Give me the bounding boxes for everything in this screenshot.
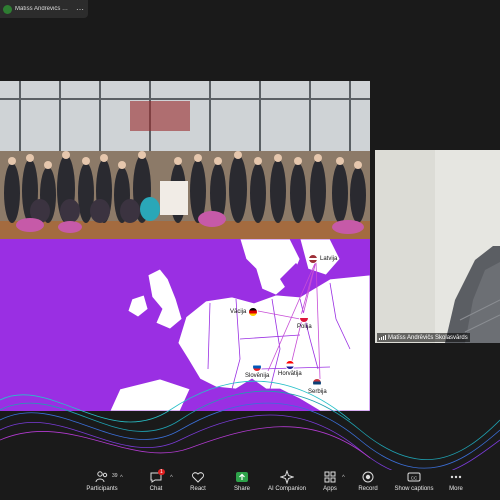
- svg-text:CC: CC: [411, 476, 418, 481]
- participant-name-tag: Matīss Andrēvičs Skolasvārds: [377, 333, 470, 342]
- participant-illustration: [375, 150, 500, 343]
- screen-share-indicator[interactable]: Matīss Andrēvičs Skolasvārds's sc ⋯: [0, 0, 88, 18]
- record-button[interactable]: Record: [346, 470, 390, 498]
- germany-flag-icon: [248, 307, 259, 317]
- chat-caret-icon[interactable]: ^: [170, 475, 173, 481]
- latvia-flag-icon: [308, 254, 318, 264]
- more-options-icon[interactable]: ⋯: [75, 4, 85, 14]
- captions-button[interactable]: CC Show captions: [392, 470, 436, 498]
- country-label: Latvija: [308, 254, 337, 264]
- country-label: Vācija: [230, 307, 259, 317]
- record-icon: [362, 471, 374, 483]
- participants-icon: [95, 471, 108, 483]
- meeting-toolbar: Participants 39 ^ Chat 1 ^ React Share A…: [0, 466, 500, 500]
- croatia-flag-icon: [284, 360, 295, 370]
- more-button[interactable]: More: [434, 470, 478, 498]
- country-label: Polija: [297, 313, 312, 330]
- ai-companion-icon: [280, 470, 294, 484]
- share-indicator-label: Matīss Andrēvičs Skolasvārds's sc: [15, 6, 72, 12]
- group-photo: [0, 81, 370, 239]
- share-button[interactable]: Share: [220, 470, 264, 498]
- ai-companion-button[interactable]: AI Companion: [265, 470, 309, 498]
- wave-decoration: [0, 380, 500, 470]
- share-screen-icon: [236, 472, 248, 482]
- react-button[interactable]: React: [176, 470, 220, 498]
- group-photo-illustration: [0, 81, 370, 239]
- signal-strength-icon: [379, 335, 386, 340]
- apps-caret-icon[interactable]: ^: [342, 475, 345, 481]
- captions-icon: CC: [407, 472, 421, 482]
- participant-video[interactable]: [375, 150, 500, 343]
- participant-count: 39: [112, 473, 118, 479]
- heart-icon: [192, 472, 204, 483]
- more-icon: [450, 475, 462, 479]
- shared-screen: [0, 81, 370, 411]
- share-status-icon: [3, 4, 12, 14]
- participants-caret-icon[interactable]: ^: [120, 475, 123, 481]
- poland-flag-icon: [299, 313, 310, 323]
- participant-name: Matīss Andrēvičs Skolasvārds: [388, 334, 468, 341]
- apps-icon: [324, 471, 336, 483]
- chat-badge: 1: [158, 469, 165, 475]
